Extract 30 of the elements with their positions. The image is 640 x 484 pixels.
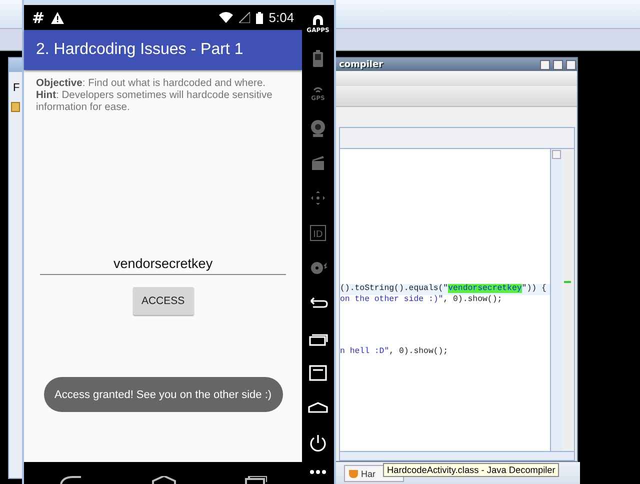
power-icon[interactable]: [308, 432, 328, 452]
scrollbar[interactable]: [550, 149, 562, 451]
cup-icon: [349, 470, 358, 478]
close-button[interactable]: [566, 60, 576, 70]
instructions-text: Objective: Find out what is hardcoded and where. Hint: Developers sometimes will hardcode sensitive information for ease.: [36, 78, 274, 114]
status-symbol: #: [32, 8, 45, 26]
menu-icon[interactable]: [308, 362, 328, 382]
home-icon[interactable]: [152, 476, 176, 484]
recents-icon[interactable]: [245, 476, 268, 484]
input-field[interactable]: vendorsecretkey: [40, 254, 286, 275]
clock: 5:04: [268, 10, 294, 25]
battery-icon: [256, 12, 263, 24]
window-title: compiler: [339, 60, 384, 70]
marker-icon: [564, 281, 571, 283]
more-icon[interactable]: [308, 468, 328, 474]
tooltip: HardcodeActivity.class - Java Decompiler: [383, 463, 560, 477]
warning-icon: [50, 12, 64, 24]
code-line: on the other side :)", 0).show();: [340, 294, 504, 306]
access-button[interactable]: ACCESS: [132, 287, 194, 315]
minimize-button[interactable]: [540, 60, 550, 70]
restore-button[interactable]: [553, 60, 563, 70]
wifi-icon: [218, 12, 233, 23]
menu-item[interactable]: F: [13, 82, 20, 94]
code-line: n hell :D", 0).show();: [340, 347, 450, 358]
back-icon[interactable]: [58, 476, 83, 484]
signal-icon: [238, 12, 250, 23]
app-title: 2. Hardcoding Issues - Part 1: [36, 41, 244, 59]
scrollbar[interactable]: [340, 451, 574, 460]
id-icon[interactable]: ID: [308, 222, 328, 242]
toast-message: Access granted! See you on the other side :): [44, 377, 283, 412]
